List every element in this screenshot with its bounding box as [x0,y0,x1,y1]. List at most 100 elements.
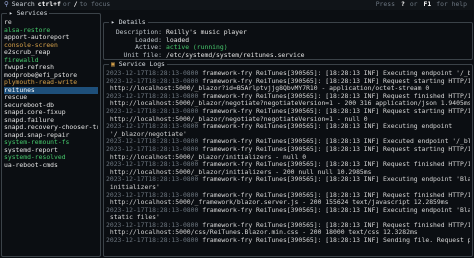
service-item[interactable]: modprobe@efi_pstore [4,72,98,80]
log-line: 2023-12-17T18:28:13-0800 framework-fry R… [106,237,470,245]
log-line: http://localhost:5000/css/ReiTunes.Blazo… [106,229,470,237]
help-label: for help [436,0,467,9]
service-item[interactable]: plymouth-read-write [4,79,98,87]
service-item[interactable]: snapd.core-fixup [4,109,98,117]
service-item[interactable]: snapd.snap-repair [4,132,98,140]
help-fkey: F1 [423,0,432,9]
services-title: ▸ Services [7,9,50,18]
log-message: framework-fry ReiTunes[390565]: [18:28:1… [198,145,470,153]
log-timestamp: 2023-12-17T18:28:13-0800 [106,107,199,115]
log-line: 2023-12-17T18:28:13-0800 framework-fry R… [106,93,470,101]
service-item[interactable]: system-remount-fs [4,139,98,147]
log-message: static files' [106,214,160,222]
focus-label: to focus [79,0,111,9]
log-message: framework-fry ReiTunes[390565]: [18:28:1… [198,176,470,184]
log-message: framework-fry ReiTunes[390565]: [18:28:1… [198,237,470,245]
log-icon: ▣ [111,60,115,68]
log-timestamp: 2023-12-17T18:28:13-0800 [106,176,199,184]
details-title-text: Details [118,18,146,26]
log-message: framework-fry ReiTunes[390565]: [18:28:1… [198,92,470,100]
log-message: framework-fry ReiTunes[390565]: [18:28:1… [198,206,470,214]
log-timestamp: 2023-12-17T18:28:13-0800 [106,77,199,85]
log-line: http://localhost:5000/_blazor/negotiate?… [106,100,470,108]
log-message: http://localhost:5000/_blazor/negotiate?… [106,100,470,108]
log-message: framework-fry ReiTunes[390565]: [18:28:1… [198,70,470,77]
log-message: framework-fry ReiTunes[390565]: [18:28:1… [198,107,470,115]
log-timestamp: 2023-12-17T18:28:13-0800 [106,221,199,229]
or-text: or [62,0,71,9]
service-search-input[interactable]: re [4,19,98,27]
service-item[interactable]: snapd.failure [4,117,98,125]
help-or: or [409,0,418,9]
log-message: http://localhost:5000/_blazor?id=B5Arlpt… [106,85,430,93]
log-message: http://localhost:5000/_blazor/initialize… [106,153,307,161]
log-lines[interactable]: 2023-12-17T18:28:13-0800 framework-fry R… [106,70,470,245]
log-line: http://localhost:5000/_blazor/initialize… [106,154,470,162]
help-hint: Press ? or F1 for help [373,1,470,9]
service-item[interactable]: systemd-resolved [4,154,98,162]
log-timestamp: 2023-12-17T18:28:13-0800 [106,92,199,100]
services-panel: ▸ Services re alsa-restore apport-autorepo… [1,9,101,257]
logs-panel: ▣ Service Logs 2023-12-17T18:28:13-0800 … [103,60,473,257]
service-item[interactable]: secureboot-db [4,102,98,110]
log-timestamp: 2023-12-17T18:28:13-0800 [106,191,199,199]
service-item[interactable]: fwupd-refresh [4,64,98,72]
log-message: http://localhost:5000/_blazor/initialize… [106,168,372,176]
log-message: framework-fry ReiTunes[390565]: [18:28:1… [198,123,453,131]
service-item[interactable]: ua-reboot-cmds [4,162,98,170]
press-label: Press [375,0,395,9]
log-timestamp: 2023-12-17T18:28:13-0800 [106,145,199,153]
log-timestamp: 2023-12-17T18:28:13-0800 [106,237,199,245]
service-item[interactable]: firewalld [4,57,98,65]
search-label: Search [11,0,35,9]
search-icon[interactable]: ⚲ [4,1,9,9]
log-line: 2023-12-17T18:28:13-0800 framework-fry R… [106,78,470,86]
log-message: http://localhost:5000/css/ReiTunes.Blazo… [106,229,418,237]
unit-file-key: Unit file: [123,50,162,59]
log-message: framework-fry ReiTunes[390565]: [18:28:1… [198,191,470,199]
log-message: http://localhost:5000/_blazor/negotiate?… [106,115,368,123]
log-line: 2023-12-17T18:28:13-0800 framework-fry R… [106,222,470,230]
log-line: 2023-12-17T18:28:13-0800 framework-fry R… [106,70,470,78]
details-panel: ▸ Details Description: Reilly's music pl… [103,18,473,60]
services-title-text: Services [16,9,48,17]
log-timestamp: 2023-12-17T18:28:13-0800 [106,161,199,169]
service-item[interactable]: apport-autoreport [4,34,98,42]
log-line: 2023-12-17T18:28:13-0800 framework-fry R… [106,192,470,200]
log-message: initializers' [106,183,160,191]
log-message: framework-fry ReiTunes[390565]: [18:28:1… [198,221,470,229]
log-line: 2023-12-17T18:28:13-0800 framework-fry R… [106,161,470,169]
log-line: http://localhost:5000/_blazor/negotiate?… [106,116,470,124]
logs-title-text: Service Logs [118,60,165,68]
logs-title: ▣ Service Logs [109,60,167,69]
service-item[interactable]: reitunes [4,86,98,94]
service-item[interactable]: systemd-report [4,147,98,155]
service-item[interactable]: console-screen [4,42,98,50]
log-line: '/_blazor/negotiate' [106,131,470,139]
details-title: ▸ Details [109,18,148,27]
log-line: 2023-12-17T18:28:13-0800 framework-fry R… [106,146,470,154]
log-timestamp: 2023-12-17T18:28:13-0800 [106,206,199,214]
focus-key: / [73,0,78,9]
log-line: 2023-12-17T18:28:13-0800 framework-fry R… [106,138,470,146]
unit-file-value: /etc/systemd/system/reitunes.service [166,50,305,59]
service-item[interactable]: rescue [4,94,98,102]
log-line: http://localhost:5000/_framework/blazor.… [106,199,470,207]
log-line: static files' [106,214,470,222]
log-message: http://localhost:5000/_framework/blazor.… [106,199,449,207]
log-timestamp: 2023-12-17T18:28:13-0800 [106,138,199,146]
service-item[interactable]: snapd.recovery-chooser-trigg [4,124,98,132]
service-item[interactable]: e2scrub_reap [4,49,98,57]
log-line: 2023-12-17T18:28:13-0800 framework-fry R… [106,207,470,215]
log-message: '/_blazor/negotiate' [106,130,187,138]
log-timestamp: 2023-12-17T18:28:13-0800 [106,70,199,77]
log-line: http://localhost:5000/_blazor/initialize… [106,169,470,177]
log-message: framework-fry ReiTunes[390565]: [18:28:1… [198,77,470,85]
log-message: framework-fry ReiTunes[390565]: [18:28:1… [198,161,470,169]
log-line: initializers' [106,184,470,192]
log-line: http://localhost:5000/_blazor?id=B5Arlpt… [106,85,470,93]
help-key: ? [400,0,405,9]
log-line: 2023-12-17T18:28:13-0800 framework-fry R… [106,176,470,184]
service-item[interactable]: alsa-restore [4,27,98,35]
services-list[interactable]: re alsa-restore apport-autoreport console-s… [4,19,98,169]
